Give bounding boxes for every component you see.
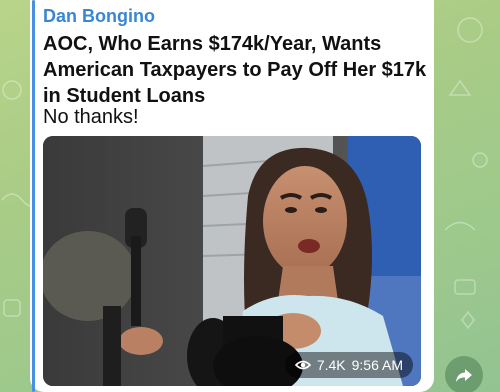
forward-button[interactable] <box>445 356 483 392</box>
sender-name[interactable]: Dan Bongino <box>43 6 155 27</box>
message-time: 9:56 AM <box>351 357 403 373</box>
message-body: No thanks! <box>43 106 139 128</box>
message-headline: AOC, Who Earns $174k/Year, Wants America… <box>43 33 427 107</box>
eye-icon <box>294 360 311 370</box>
forward-quote-bar <box>32 0 35 392</box>
view-count: 7.4K <box>316 357 346 373</box>
message-meta: 7.4K 9:56 AM <box>284 352 413 378</box>
message-photo[interactable]: 7.4K 9:56 AM <box>43 136 421 386</box>
share-arrow-icon <box>456 369 472 382</box>
